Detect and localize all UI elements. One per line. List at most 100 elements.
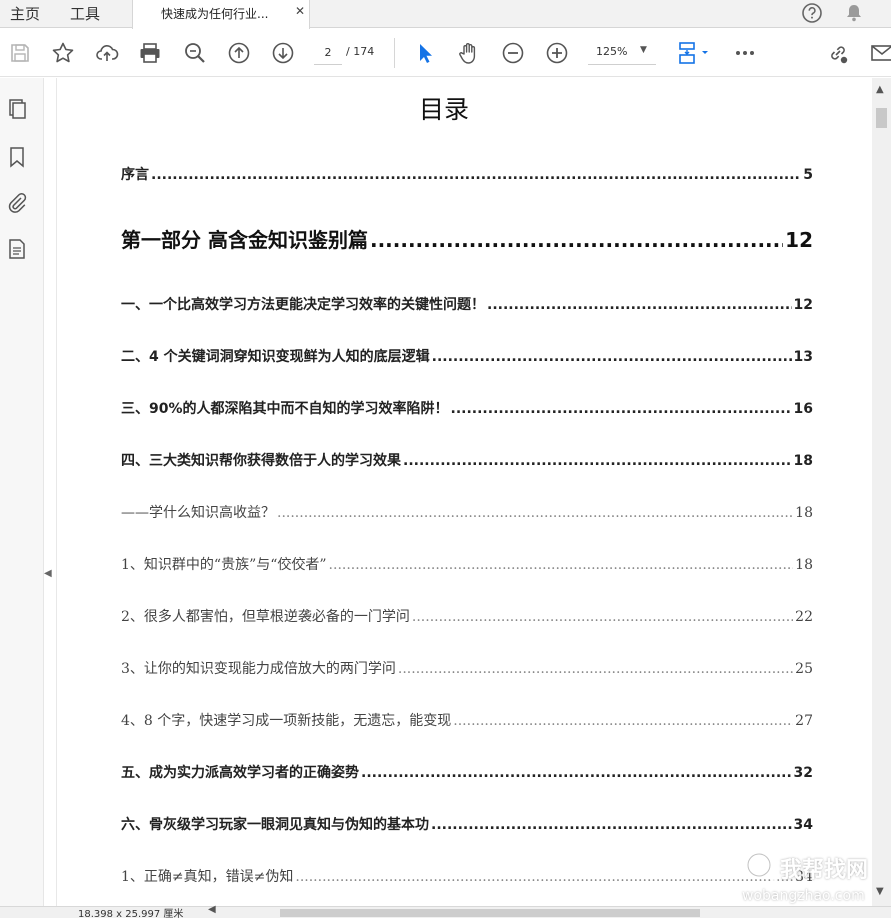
email-icon[interactable] (870, 41, 891, 65)
toc-entry-title: 4、8 个字，快速学习成一项新技能，无遗忘，能变现 (121, 713, 452, 729)
scroll-up-arrow-icon[interactable]: ▲ (876, 84, 884, 95)
page-total: / 174 (346, 45, 375, 58)
toc-entry-page: 16 (793, 401, 813, 417)
toc-dot-leader (487, 297, 792, 313)
toc-entry-title: 五、成为实力派高效学习者的正确姿势 (121, 765, 359, 781)
page-thumbnails-icon[interactable] (6, 98, 28, 120)
toc-entry-page: 18 (795, 505, 813, 521)
toc-entry-page: 32 (793, 765, 813, 781)
scrollbar-thumb[interactable] (876, 108, 887, 128)
toc-dot-leader (431, 817, 792, 833)
toc-entry-page: 18 (795, 557, 813, 573)
zoom-level-dropdown[interactable]: 125% ▼ (588, 41, 656, 65)
document-tab[interactable]: 快速成为任何行业... ✕ (132, 0, 310, 29)
zoom-in-icon[interactable] (545, 41, 569, 65)
toc-entry-title: 三、90%的人都深陷其中而不自知的学习效率陷阱！ (121, 401, 449, 417)
share-link-icon[interactable] (826, 41, 850, 65)
toolbar-divider (394, 38, 395, 68)
toc-dot-leader (403, 453, 792, 469)
toc-entry-title: ——学什么知识高收益？ (121, 505, 275, 521)
scroll-left-arrow-icon[interactable]: ◀ (208, 904, 216, 915)
toc-dot-leader (398, 661, 793, 677)
site-watermark: 我帮找网 wobangzhao.com (742, 848, 888, 910)
select-cursor-icon[interactable] (414, 41, 438, 65)
toc-entry[interactable]: 六、骨灰级学习玩家一眼洞见真知与伪知的基本功 34 (121, 814, 813, 834)
more-options-icon[interactable] (733, 41, 757, 65)
toc-dot-leader (432, 349, 792, 365)
toc-dot-leader (295, 869, 793, 885)
toc-entry-title: 2、很多人都害怕，但草根逆袭必备的一门学问 (121, 609, 410, 625)
cloud-upload-icon[interactable] (95, 41, 119, 65)
toc-entry-title: 序言 (121, 167, 149, 183)
next-page-icon[interactable] (271, 41, 295, 65)
toc-dot-leader (370, 228, 783, 252)
document-properties-icon[interactable] (6, 238, 28, 260)
toc-entry-page: 34 (793, 817, 813, 833)
zoom-level-value: 125% (596, 45, 628, 58)
toc-entry[interactable]: ——学什么知识高收益？ 18 (121, 502, 813, 522)
toc-entry[interactable]: 4、8 个字，快速学习成一项新技能，无遗忘，能变现 27 (121, 710, 813, 730)
help-icon[interactable] (801, 2, 823, 24)
close-tab-icon[interactable]: ✕ (295, 4, 305, 18)
document-tab-title: 快速成为任何行业... (161, 7, 269, 21)
vertical-scrollbar[interactable]: ▲ ▼ (872, 78, 891, 906)
toc-entry[interactable]: 2、很多人都害怕，但草根逆袭必备的一门学问 22 (121, 606, 813, 626)
toc-dot-leader (277, 505, 793, 521)
menu-tools[interactable]: 工具 (70, 3, 100, 24)
menu-home[interactable]: 主页 (10, 3, 40, 24)
toc-entry-page: 13 (793, 349, 813, 365)
chevron-down-icon: ▼ (640, 45, 647, 55)
notification-bell-icon[interactable] (843, 2, 865, 24)
toc-entry[interactable]: 序言 5 (121, 164, 813, 184)
toc-entry-page: 18 (793, 453, 813, 469)
toc-entry-title: 3、让你的知识变现能力成倍放大的两门学问 (121, 661, 396, 677)
toc-entry-page: 27 (795, 713, 813, 729)
toolbar: / 174 125% ▼ (0, 29, 891, 77)
zoom-out-icon[interactable] (501, 41, 525, 65)
horizontal-scrollbar-thumb[interactable] (280, 909, 700, 917)
save-icon[interactable] (8, 41, 32, 65)
collapse-pane-arrow-icon[interactable]: ◀ (44, 568, 52, 579)
bookmarks-icon[interactable] (6, 146, 28, 168)
toc-entry[interactable]: 1、知识群中的“贵族”与“佼佼者” 18 (121, 554, 813, 574)
toc-entry[interactable]: 四、三大类知识帮你获得数倍于人的学习效果 18 (121, 450, 813, 470)
bookmark-star-icon[interactable] (51, 41, 75, 65)
toc-entry[interactable]: 三、90%的人都深陷其中而不自知的学习效率陷阱！ 16 (121, 398, 813, 418)
toc-dot-leader (151, 167, 801, 183)
toc-entry-title: 二、4 个关键词洞穿知识变现鲜为人知的底层逻辑 (121, 349, 430, 365)
toc-entry-title: 四、三大类知识帮你获得数倍于人的学习效果 (121, 453, 401, 469)
toc-entry-title: 六、骨灰级学习玩家一眼洞见真知与伪知的基本功 (121, 817, 429, 833)
toc-entry-page: 5 (803, 167, 813, 183)
hand-tool-icon[interactable] (457, 41, 481, 65)
toc-entry-page: 12 (793, 297, 813, 313)
document-viewer[interactable]: 目录 序言5第一部分 高含金知识鉴别篇12一、一个比高效学习方法更能决定学习效率… (56, 78, 871, 906)
toc-entry-page: 25 (795, 661, 813, 677)
toc-entry-title: 1、知识群中的“贵族”与“佼佼者” (121, 557, 327, 573)
attachments-icon[interactable] (6, 192, 28, 214)
navigation-pane: ◀ (0, 78, 52, 906)
toc-entry[interactable]: 1、正确≠真知，错误≠伪知34 (121, 866, 813, 886)
toc-entry[interactable]: 五、成为实力派高效学习者的正确姿势 32 (121, 762, 813, 782)
watermark-en: wobangzhao.com (742, 888, 865, 904)
toc-dot-leader (361, 765, 792, 781)
tab-bar: 主页 工具 快速成为任何行业... ✕ (0, 0, 891, 29)
toc-dot-leader (412, 609, 793, 625)
zoom-search-icon[interactable] (183, 41, 207, 65)
toc-entry[interactable]: 3、让你的知识变现能力成倍放大的两门学问 25 (121, 658, 813, 678)
watermark-cn: 我帮找网 (780, 858, 869, 883)
toc-entry-page: 12 (785, 228, 813, 252)
toc-entry[interactable]: 二、4 个关键词洞穿知识变现鲜为人知的底层逻辑 13 (121, 346, 813, 366)
previous-page-icon[interactable] (227, 41, 251, 65)
toc-entry-title: 一、一个比高效学习方法更能决定学习效率的关键性问题！ (121, 297, 485, 313)
toc-entry[interactable]: 一、一个比高效学习方法更能决定学习效率的关键性问题！ 12 (121, 294, 813, 314)
toc-entry-title: 第一部分 高含金知识鉴别篇 (121, 228, 368, 252)
toc-entry[interactable]: 第一部分 高含金知识鉴别篇 12 (121, 224, 813, 253)
toc-entry-title: 1、正确≠真知，错误≠伪知 (121, 869, 294, 885)
toc-dot-leader (329, 557, 794, 573)
toc-dot-leader (451, 401, 792, 417)
toc-entry-page: 22 (795, 609, 813, 625)
page-view-mode-icon[interactable] (676, 41, 712, 65)
page-number-input[interactable] (314, 41, 342, 65)
page-size-readout: 18.398 x 25.997 厘米 (78, 909, 184, 918)
print-icon[interactable] (138, 41, 162, 65)
